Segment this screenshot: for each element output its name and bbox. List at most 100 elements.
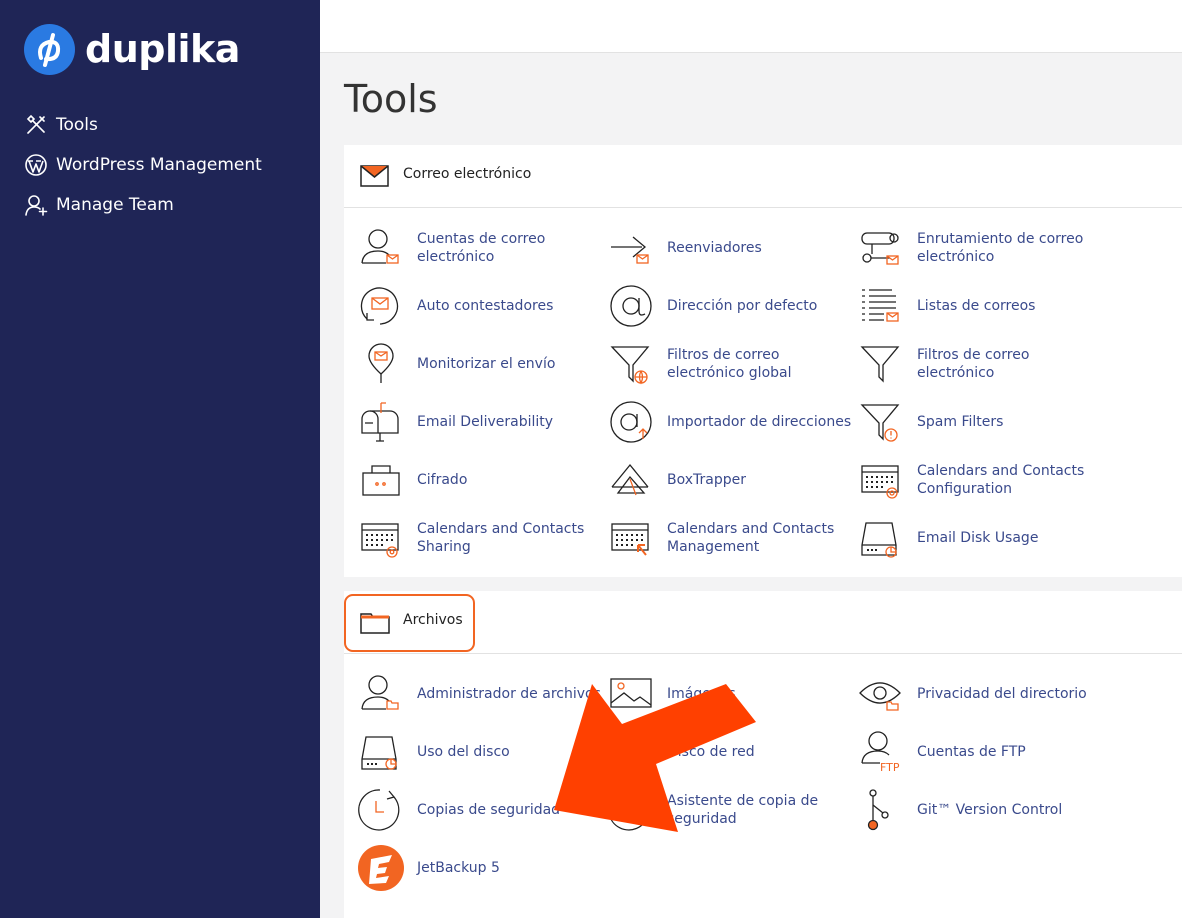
at-sign-import-icon: [610, 401, 652, 443]
default-address-item[interactable]: Dirección por defecto: [594, 281, 852, 331]
git-branch-icon: [867, 789, 889, 831]
boxtrapper-icon: [611, 463, 649, 496]
item-label: Calendars and Contacts Configuration: [917, 463, 1085, 497]
item-label: Administrador de archivos: [417, 686, 601, 702]
item-label: Cifrado: [417, 472, 468, 488]
email-routing-item[interactable]: Enrutamiento de correo electrónico: [844, 223, 1102, 273]
brand-logo[interactable]: duplika: [24, 24, 240, 75]
item-label: Monitorizar el envío: [417, 356, 556, 372]
section-title: Archivos: [403, 612, 463, 628]
item-label: Privacidad del directorio: [917, 686, 1087, 702]
jetbackup-item[interactable]: JetBackup 5: [344, 843, 602, 893]
sidebar-item-label: Tools: [56, 115, 98, 135]
sidebar-item-label: WordPress Management: [56, 155, 262, 175]
item-label: Email Deliverability: [417, 414, 554, 430]
network-disk-icon: [611, 736, 647, 770]
item-label: Listas de correos: [917, 298, 1036, 314]
item-label: BoxTrapper: [667, 472, 746, 488]
email-section-header[interactable]: Correo electrónico: [344, 145, 1182, 208]
tools-icon: [26, 114, 45, 134]
files-section-header[interactable]: Archivos: [344, 591, 1182, 654]
calendar-config-icon: [861, 465, 899, 499]
spam-filters-item[interactable]: Spam Filters: [844, 397, 1102, 447]
duplika-logo-icon: [24, 24, 75, 75]
calendars-config-item[interactable]: Calendars and Contacts Configuration: [844, 455, 1102, 505]
item-label: Spam Filters: [917, 414, 1004, 430]
item-label: Filtros de correo electrónico global: [667, 347, 792, 381]
backup-clock-icon: [358, 789, 400, 831]
email-accounts-item[interactable]: Cuentas de correo electrónico: [344, 223, 602, 273]
item-label: Disco de red: [667, 744, 755, 760]
item-label: Reenviadores: [667, 240, 762, 256]
git-version-control-item[interactable]: Git™ Version Control: [844, 785, 1102, 835]
item-label: JetBackup 5: [417, 860, 500, 876]
top-bar: [320, 0, 1182, 53]
item-label: Calendars and Contacts Sharing: [417, 521, 585, 555]
lock-box-icon: [362, 465, 400, 496]
envelope-icon: [360, 165, 389, 187]
email-section: Correo electrónico Cuentas de correo ele…: [344, 145, 1182, 577]
svg-text:FTP: FTP: [880, 761, 900, 774]
item-label: Cuentas de correo electrónico: [417, 231, 546, 265]
sidebar: duplika Tools WordPress Management Manag…: [0, 0, 320, 918]
email-disk-usage-item[interactable]: Email Disk Usage: [844, 513, 1102, 563]
user-mail-icon: [361, 229, 399, 264]
sidebar-item-wordpress[interactable]: WordPress Management: [24, 152, 262, 178]
item-label: Enrutamiento de correo electrónico: [917, 231, 1084, 265]
email-deliverability-item[interactable]: Email Deliverability: [344, 397, 602, 447]
routing-icon: [861, 232, 899, 265]
autoresponders-item[interactable]: Auto contestadores: [344, 281, 602, 331]
address-importer-item[interactable]: Importador de direcciones: [594, 397, 852, 447]
filter-warning-icon: [860, 404, 900, 442]
forward-arrow-icon: [611, 236, 649, 264]
backup-wizard-item[interactable]: Asistente de copia de seguridad: [594, 785, 852, 835]
item-label: Calendars and Contacts Management: [667, 521, 835, 555]
sidebar-item-label: Manage Team: [56, 195, 174, 215]
global-email-filters-item[interactable]: Filtros de correo electrónico global: [594, 339, 852, 389]
sidebar-nav: Tools WordPress Management Manage Team: [24, 112, 262, 232]
image-icon: [610, 678, 652, 708]
disk-usage-icon: [861, 522, 897, 558]
mailbox-icon: [361, 402, 399, 442]
images-item[interactable]: Imágenes: [594, 669, 852, 719]
calendars-management-item[interactable]: Calendars and Contacts Management: [594, 513, 852, 563]
boxtrapper-item[interactable]: BoxTrapper: [594, 455, 852, 505]
sidebar-item-manage-team[interactable]: Manage Team: [24, 192, 262, 218]
disk-usage-item[interactable]: Uso del disco: [344, 727, 602, 777]
autoresponder-icon: [360, 287, 399, 325]
calendar-manage-icon: [611, 523, 649, 556]
ftp-accounts-item[interactable]: FTP Cuentas de FTP: [844, 727, 1102, 777]
encryption-item[interactable]: Cifrado: [344, 455, 602, 505]
sidebar-item-tools[interactable]: Tools: [24, 112, 262, 138]
web-disk-item[interactable]: Disco de red: [594, 727, 852, 777]
eye-folder-icon: [859, 682, 901, 711]
item-label: Filtros de correo electrónico: [917, 347, 1030, 381]
backup-wizard-icon: [608, 789, 650, 831]
forwarders-item[interactable]: Reenviadores: [594, 223, 852, 273]
jetbackup-logo-icon: [358, 845, 404, 891]
section-title: Correo electrónico: [403, 166, 532, 182]
item-label: Auto contestadores: [417, 298, 554, 314]
at-sign-icon: [610, 285, 652, 327]
item-label: Cuentas de FTP: [917, 744, 1026, 760]
item-label: Asistente de copia de seguridad: [667, 793, 819, 827]
list-mail-icon: [862, 289, 899, 322]
calendars-sharing-item[interactable]: Calendars and Contacts Sharing: [344, 513, 602, 563]
item-label: Email Disk Usage: [917, 530, 1039, 546]
backup-item[interactable]: Copias de seguridad: [344, 785, 602, 835]
files-section: Archivos Administrador de archivos Imáge…: [344, 591, 1182, 918]
page-title: Tools: [344, 77, 438, 121]
filter-icon: [860, 346, 900, 383]
directory-privacy-item[interactable]: Privacidad del directorio: [844, 669, 1102, 719]
folder-icon: [360, 613, 390, 634]
user-folder-icon: [361, 675, 399, 710]
track-delivery-item[interactable]: Monitorizar el envío: [344, 339, 602, 389]
item-label: Copias de seguridad: [417, 802, 561, 818]
user-add-icon: [25, 195, 48, 216]
filter-globe-icon: [610, 346, 650, 385]
hard-disk-icon: [361, 736, 397, 770]
file-manager-item[interactable]: Administrador de archivos: [344, 669, 602, 719]
email-filters-item[interactable]: Filtros de correo electrónico: [844, 339, 1102, 389]
item-label: Git™ Version Control: [917, 802, 1063, 818]
mailing-lists-item[interactable]: Listas de correos: [844, 281, 1102, 331]
